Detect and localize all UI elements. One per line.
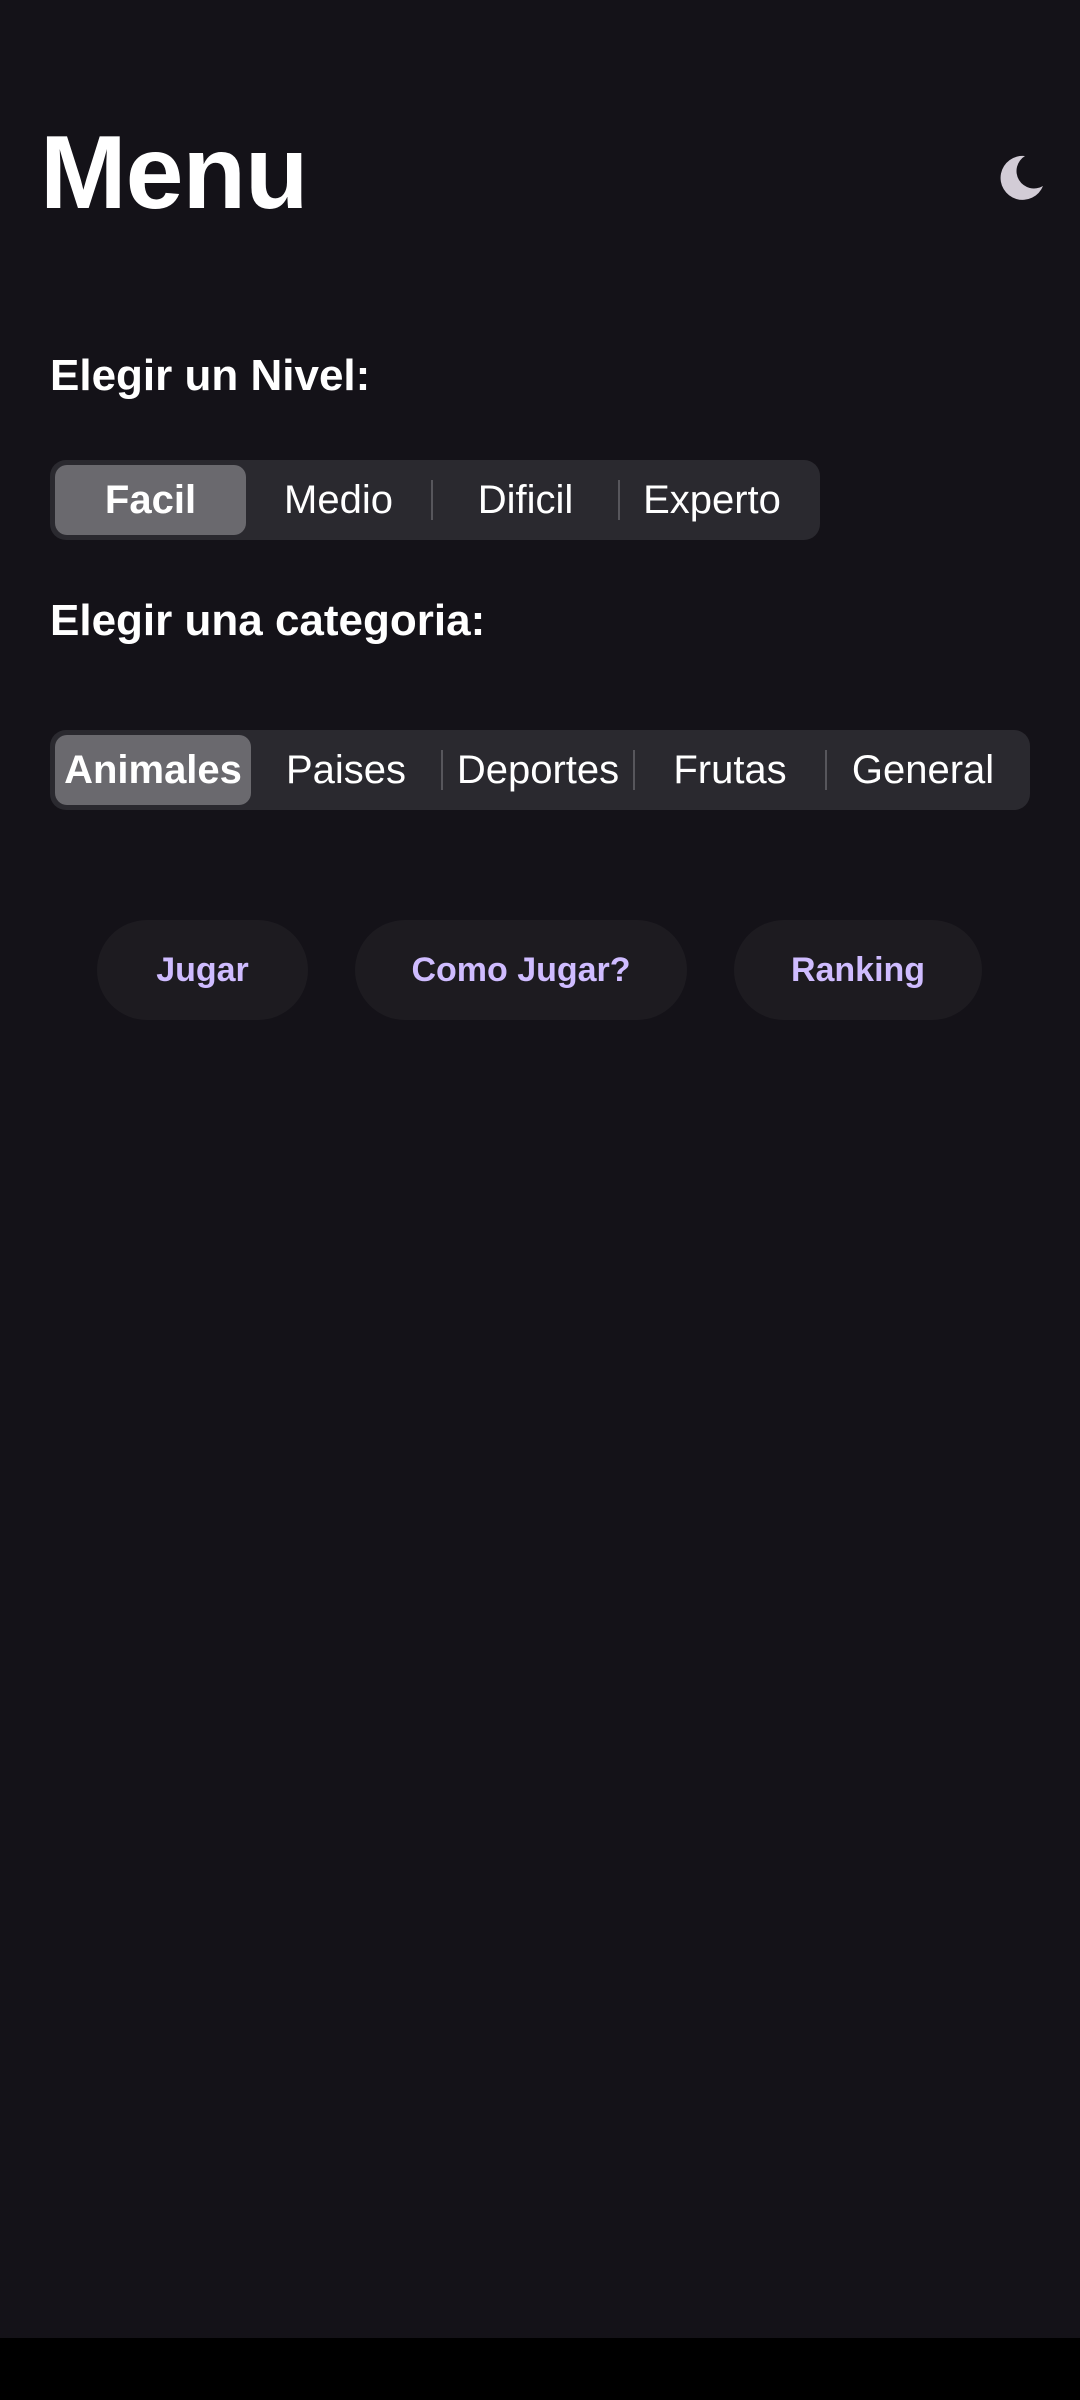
level-selector: Facil Medio Dificil Experto — [50, 460, 820, 540]
category-option-label: General — [851, 747, 995, 792]
how-to-play-button[interactable]: Como Jugar? — [355, 920, 687, 1020]
category-option-paises[interactable]: Paises — [251, 735, 441, 805]
level-option-label: Experto — [643, 477, 781, 522]
level-option-dificil[interactable]: Dificil — [433, 465, 618, 535]
category-option-label: Animales — [64, 747, 242, 792]
level-option-medio[interactable]: Medio — [246, 465, 431, 535]
page-title: Menu — [40, 115, 309, 231]
play-button-label: Jugar — [156, 950, 249, 989]
ranking-button-label: Ranking — [790, 950, 926, 989]
category-selector: Animales Paises Deportes Frutas General — [50, 730, 1030, 810]
level-option-label: Medio — [284, 477, 393, 522]
moon-icon — [1000, 155, 1043, 200]
level-section-label: Elegir un Nivel: — [50, 351, 371, 400]
how-to-play-button-label: Como Jugar? — [411, 950, 631, 989]
level-option-label: Facil — [104, 477, 197, 522]
category-section-label: Elegir una categoria: — [50, 596, 486, 645]
category-option-label: Frutas — [673, 747, 787, 792]
category-option-label: Deportes — [456, 747, 620, 792]
system-navigation-bar — [0, 2338, 1080, 2400]
theme-toggle-button[interactable] — [985, 142, 1057, 214]
category-option-frutas[interactable]: Frutas — [635, 735, 825, 805]
category-option-label: Paises — [285, 747, 407, 792]
category-option-animales[interactable]: Animales — [55, 735, 251, 805]
level-option-label: Dificil — [477, 477, 574, 522]
category-option-deportes[interactable]: Deportes — [443, 735, 633, 805]
category-option-general[interactable]: General — [827, 735, 1019, 805]
menu-screen: Menu Elegir un Nivel: Facil Medio Difici… — [0, 0, 1080, 2400]
level-option-experto[interactable]: Experto — [620, 465, 804, 535]
action-buttons: Jugar Como Jugar? Ranking — [0, 920, 1080, 1020]
play-button[interactable]: Jugar — [97, 920, 308, 1020]
ranking-button[interactable]: Ranking — [734, 920, 982, 1020]
level-option-facil[interactable]: Facil — [55, 465, 246, 535]
